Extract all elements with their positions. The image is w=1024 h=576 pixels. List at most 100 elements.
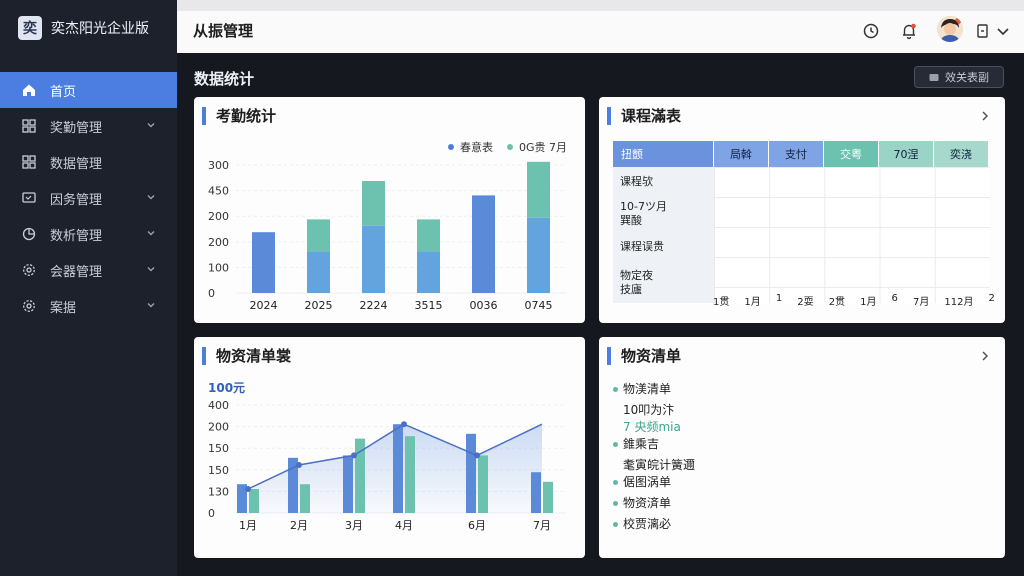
list-item[interactable]: 10叩为汴 — [613, 402, 695, 419]
timetable-footer-label: 1 — [775, 293, 783, 304]
timetable-header-cell: 奕浇 — [934, 141, 989, 167]
bar[interactable] — [417, 219, 440, 252]
timetable-footer-label: 2贯 — [828, 297, 846, 308]
sidebar-item-5[interactable]: 会器管理 — [0, 252, 177, 288]
list-item[interactable]: 倨图涡单 — [613, 474, 695, 491]
x-tick-label: 3月 — [345, 519, 363, 532]
bar[interactable] — [527, 217, 550, 293]
chevron-down-icon[interactable] — [145, 299, 157, 311]
bar[interactable] — [393, 424, 403, 513]
timetable-footer-label: 2 — [988, 293, 995, 304]
header-title: 从振管理 — [193, 22, 254, 40]
sidebar-item-0[interactable]: 首页 — [0, 72, 177, 108]
chevron-right-icon[interactable] — [979, 350, 991, 362]
bar[interactable] — [252, 232, 275, 293]
sidebar-item-6[interactable]: 案据 — [0, 288, 177, 324]
bar[interactable] — [307, 251, 330, 293]
list-item[interactable]: 耄寅皖计簧邇 — [613, 457, 695, 474]
chevron-down-icon[interactable] — [145, 191, 157, 203]
list-item-label: 7 央频mia — [623, 420, 681, 434]
x-tick-label: 2224 — [360, 299, 388, 312]
y-tick-label: 200 — [208, 236, 229, 249]
list-item-label: 耄寅皖计簧邇 — [623, 458, 696, 472]
list-item[interactable]: 錐乘吉 — [613, 436, 695, 453]
bar[interactable] — [405, 436, 415, 513]
folder-icon — [929, 74, 939, 81]
data-point[interactable] — [351, 452, 357, 459]
bar[interactable] — [417, 251, 440, 293]
bar[interactable] — [531, 472, 541, 513]
timetable-row-label: 课程欤 — [620, 174, 653, 188]
list-item[interactable]: 物资済单 — [613, 495, 695, 512]
bar[interactable] — [300, 484, 310, 513]
export-button[interactable]: 效关表副 — [914, 66, 1004, 88]
brand[interactable]: 奕 奕杰阳光企业版 — [0, 0, 177, 56]
y-tick-label: 450 — [208, 185, 229, 198]
sidebar-item-2[interactable]: 数据管理 — [0, 144, 177, 180]
chevron-down-icon[interactable] — [145, 119, 157, 131]
chevron-down-icon[interactable] — [993, 21, 1013, 41]
grid-icon — [22, 119, 36, 133]
document-icon[interactable] — [973, 21, 993, 41]
brand-logo: 奕 — [18, 16, 42, 40]
timetable-card: 课程滿表 扭颤 局斡 支忖 交粤 70涅 奕浇 课程欤 10-7ツ月 巽酸 课程误贵 物定夜 技廬 … — [599, 97, 1005, 323]
bar[interactable] — [362, 181, 385, 226]
sidebar-item-label: 数据管理 — [50, 156, 103, 172]
bullet-icon — [613, 501, 618, 506]
timetable-footer-label: 2耍 — [797, 297, 814, 308]
data-point[interactable] — [245, 486, 251, 492]
attendance-card: 考勤统计 春意表 0G贵 7月 300 450 200 200 100 0 2024 2025… — [194, 97, 585, 323]
timetable-header-cell: 支忖 — [769, 141, 824, 167]
y-tick-label: 100 — [208, 261, 229, 274]
list-item[interactable]: 校贾漓必 — [613, 516, 695, 533]
x-tick-label: 2月 — [290, 519, 308, 532]
y-tick-label: 130 — [208, 485, 229, 498]
y-tick-label: 150 — [208, 464, 229, 477]
list-item-label: 倨图涡单 — [623, 475, 672, 489]
y-tick-label: 150 — [208, 442, 229, 455]
bell-icon[interactable] — [899, 21, 919, 41]
timetable-grid[interactable] — [714, 167, 990, 303]
materials-chart: 400 200 150 150 130 0 1月 2月 3月 4月 6月 7月 — [208, 399, 566, 532]
sidebar: 奕 奕杰阳光企业版 首页 奖勤管理 数据管理 因务管理 数析管理 会器管理 案据 — [0, 0, 177, 576]
bar[interactable] — [466, 433, 476, 513]
chevron-down-icon[interactable] — [145, 227, 157, 239]
timetable-footer-label: 112月 — [944, 297, 974, 308]
bar[interactable] — [472, 195, 495, 293]
bar[interactable] — [343, 455, 353, 513]
bar[interactable] — [362, 225, 385, 293]
timetable-header-cell: 扭颤 — [613, 141, 714, 167]
data-point[interactable] — [474, 452, 480, 459]
data-point[interactable] — [401, 421, 407, 428]
y-tick-label: 400 — [208, 399, 229, 412]
x-tick-label: 2024 — [250, 299, 278, 312]
bar[interactable] — [307, 219, 330, 252]
bullet-icon — [613, 522, 618, 527]
sidebar-item-3[interactable]: 因务管理 — [0, 180, 177, 216]
bar[interactable] — [478, 455, 488, 513]
timetable-header-cell: 交粤 — [824, 141, 879, 167]
gear-icon — [23, 264, 35, 276]
chevron-right-icon[interactable] — [979, 110, 991, 122]
brand-name: 奕杰阳光企业版 — [51, 21, 149, 37]
sidebar-item-label: 奖勤管理 — [50, 120, 103, 136]
x-tick-label: 1月 — [239, 519, 257, 532]
chevron-down-icon[interactable] — [145, 263, 157, 275]
bar[interactable] — [249, 489, 259, 513]
sidebar-nav: 首页 奖勤管理 数据管理 因务管理 数析管理 会器管理 案据 — [0, 72, 177, 324]
list-item-label: 校贾漓必 — [623, 517, 672, 531]
list-item[interactable]: 物渼清单 — [613, 381, 695, 398]
sidebar-item-1[interactable]: 奖勤管理 — [0, 108, 177, 144]
bar[interactable] — [543, 481, 553, 513]
data-point[interactable] — [296, 462, 302, 468]
timetable-footer-label: 1月 — [744, 297, 761, 308]
timetable-footer-label: 1月 — [860, 297, 877, 308]
y-tick-label: 0 — [208, 287, 215, 300]
timetable-row-label: 10-7ツ月 巽酸 — [620, 200, 667, 227]
sidebar-item-4[interactable]: 数析管理 — [0, 216, 177, 252]
clock-icon[interactable] — [861, 21, 881, 41]
avatar[interactable] — [937, 16, 963, 42]
y-tick-label: 200 — [208, 421, 229, 434]
bar[interactable] — [527, 161, 550, 218]
list-item[interactable]: 7 央频mia — [613, 419, 695, 436]
